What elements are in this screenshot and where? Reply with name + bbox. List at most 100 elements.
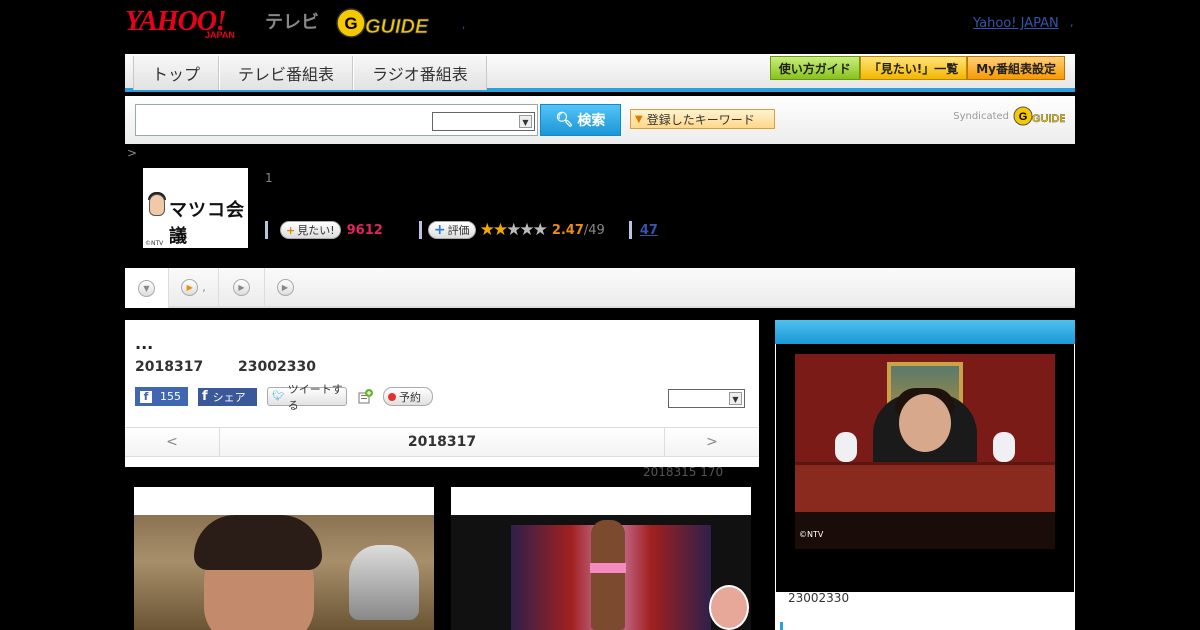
facebook-like-button[interactable]: f 155 — [135, 387, 188, 406]
statue-shape — [349, 545, 419, 620]
star-empty-icon: ★ — [506, 220, 521, 240]
search-category-select[interactable]: ▼ — [432, 112, 535, 131]
play-icon: ▶ — [181, 278, 199, 296]
sidebar: ©NTV 23002330 — [775, 320, 1075, 630]
updated-info: 2018315 170 — [643, 465, 724, 479]
vase-shape — [993, 432, 1015, 462]
want-list-button[interactable]: 「見たい!」一覧 — [859, 56, 968, 80]
rating-count: /49 — [583, 222, 605, 238]
record-reserve-button[interactable]: 予約 — [383, 387, 433, 406]
costume-top-shape — [590, 563, 626, 573]
breadcrumb: > — [127, 146, 138, 160]
hair-shape — [194, 515, 322, 570]
twitter-bird-icon: 🐦︎ — [272, 391, 285, 402]
date-pager: < 2018317 > — [125, 427, 759, 457]
svg-text:GUIDE: GUIDE — [1032, 113, 1065, 125]
scene-card-2[interactable] — [451, 487, 751, 630]
inset-face-shape — [709, 585, 749, 630]
vase-shape — [835, 432, 857, 462]
tweet-button[interactable]: 🐦︎ ツイートする — [267, 383, 347, 412]
want-button-label: 見たい! — [297, 224, 335, 237]
desk-shape — [795, 462, 1055, 512]
program-subtabs: ▼ ▶ , ▶ ▶ — [125, 268, 1075, 308]
want-button[interactable]: + 見たい! — [280, 221, 341, 239]
episode-select[interactable]: ▼ — [668, 389, 745, 408]
registered-keywords-label: 登録したキーワード — [646, 112, 755, 127]
scene-card-1[interactable] — [134, 487, 434, 630]
yahoo-japan-link[interactable]: Yahoo! JAPAN — [973, 16, 1059, 31]
syndicated-label: Syndicated — [953, 110, 1009, 122]
tab-tv-schedule[interactable]: テレビ番組表 — [219, 56, 354, 90]
facebook-share-label: シェア — [212, 390, 246, 404]
record-dot-icon — [388, 392, 396, 401]
main-nav: トップ テレビ番組表 ラジオ番組表 使い方ガイド 「見たい!」一覧 My番組表設… — [125, 54, 1075, 92]
stats-divider — [418, 221, 422, 239]
tv-logo-text[interactable]: テレビ — [265, 8, 319, 34]
gguide-small-logo: G GUIDE — [1013, 106, 1065, 126]
plus-icon: + — [286, 223, 296, 237]
subtab-2[interactable]: ▶ , — [169, 268, 219, 306]
pager-prev-button[interactable]: < — [125, 428, 220, 456]
tab-radio-schedule[interactable]: ラジオ番組表 — [353, 56, 487, 90]
triangle-down-icon: ▼ — [635, 113, 643, 125]
scene-image-2 — [451, 515, 751, 630]
review-count-link[interactable]: 47 — [640, 223, 658, 238]
gguide-logo[interactable]: G GUIDE — [335, 6, 430, 40]
facebook-share-button[interactable]: f シェア — [198, 387, 257, 406]
play-icon: ▶ — [276, 278, 294, 296]
pager-current-date: 2018317 — [407, 434, 477, 450]
episode-title: ... — [135, 334, 154, 353]
sidebar-program-image[interactable]: ©NTV — [795, 354, 1055, 549]
chevron-down-icon: ▼ — [729, 392, 742, 405]
program-stats: + 見たい! 9612 + 評価 ★★★★★ 2.47 /49 47 — [265, 220, 658, 240]
facebook-icon: f — [202, 389, 208, 404]
scene-image-1 — [134, 515, 434, 630]
star-full-icon: ★ — [492, 220, 508, 240]
yahoo-japan-logo-text: JAPAN — [205, 30, 235, 40]
episode-air-date: 2018317 — [135, 359, 204, 375]
pager-next-button[interactable]: > — [664, 428, 759, 456]
svg-text:GUIDE: GUIDE — [365, 16, 429, 38]
my-schedule-settings-button[interactable]: My番組表設定 — [967, 56, 1065, 80]
host-face-shape — [899, 394, 951, 452]
facebook-like-count: 155 — [160, 390, 181, 403]
subtab-4[interactable]: ▶ — [265, 268, 305, 306]
thumb-face-shape — [149, 194, 165, 216]
nav-tabs: トップ テレビ番組表 ラジオ番組表 — [133, 56, 487, 90]
play-icon: ▶ — [233, 278, 250, 296]
episode-panel: ... 2018317 23002330 f 155 f シェア 🐦︎ ツイート… — [125, 320, 759, 467]
header-link-separator: , — [1070, 16, 1074, 29]
star-empty-icon: ★ — [532, 220, 548, 240]
floor-shape — [795, 512, 1055, 549]
stats-divider — [265, 221, 268, 239]
tweet-label: ツイートする — [287, 382, 343, 412]
sidebar-header — [775, 320, 1075, 344]
rate-button-label: 評価 — [447, 224, 470, 237]
search-button-label: 検索 — [577, 113, 606, 129]
search-button[interactable]: 🔍︎ 検索 — [540, 104, 621, 136]
plus-icon: + — [433, 222, 446, 238]
rating-stars: ★★★★★ — [480, 220, 548, 240]
svg-text:G: G — [1019, 111, 1028, 123]
rate-button[interactable]: + 評価 — [427, 221, 476, 239]
program-thumbnail: マツコ会議 ©NTV — [143, 168, 248, 248]
facebook-icon: f — [140, 390, 152, 403]
thumb-copyright: ©NTV — [145, 240, 164, 247]
nav-tools: 使い方ガイド 「見たい!」一覧 My番組表設定 — [769, 56, 1065, 80]
add-to-list-icon[interactable] — [357, 388, 373, 405]
registered-keywords-button[interactable]: ▼ 登録したキーワード — [630, 109, 775, 129]
want-count: 9612 — [346, 222, 383, 238]
usage-guide-button[interactable]: 使い方ガイド — [769, 56, 860, 80]
subtab-current[interactable]: ▼ — [125, 268, 169, 308]
rating-value: 2.47 — [551, 222, 584, 238]
syndicated-gguide: Syndicated G GUIDE — [953, 106, 1065, 126]
sidebar-accent-line — [780, 622, 783, 630]
sidebar-image-copyright: ©NTV — [799, 530, 824, 539]
svg-text:G: G — [344, 14, 357, 33]
episode-air-time: 23002330 — [238, 359, 316, 375]
episode-number: 1 — [265, 171, 273, 185]
stats-divider — [628, 221, 632, 239]
tab-top[interactable]: トップ — [133, 56, 220, 90]
program-thumb-title: マツコ会議 — [169, 200, 245, 247]
subtab-3[interactable]: ▶ — [219, 268, 265, 306]
